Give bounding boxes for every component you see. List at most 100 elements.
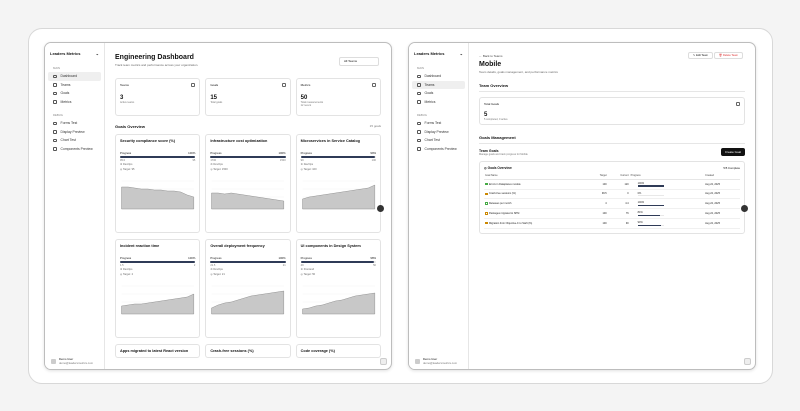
progress-label: Progress	[300, 151, 312, 155]
teams-icon	[53, 83, 57, 87]
goal-title: Code coverage (%)	[300, 349, 335, 353]
chevron-icon[interactable]: ⌄	[460, 51, 463, 56]
goals-table: Goal Name Target Current Progress Created Err…	[484, 173, 740, 229]
create-goal-button[interactable]: Create Goal	[720, 148, 745, 156]
stat-goals: Goals 15 Total goals	[205, 78, 291, 116]
sidebar-item-forms-test[interactable]: Forms Test	[48, 119, 101, 128]
goal-team: ⚙ Frontend	[300, 268, 315, 272]
target-icon	[736, 102, 740, 106]
sidebar-item-goals[interactable]: Goals	[412, 89, 465, 98]
goals-icon	[417, 91, 421, 95]
goals-overview-title: ◎ Goals Overview	[484, 166, 512, 170]
form-icon	[417, 121, 421, 125]
goal-title: Crash-free sessions (%)	[210, 349, 254, 353]
goal-card[interactable]: Overall deployment frequency Progress 100%…	[205, 239, 291, 338]
edit-team-button[interactable]: ✎ Edit Team	[688, 52, 713, 59]
progress-label: Progress	[120, 151, 132, 155]
progress-percent: 98%	[370, 256, 376, 260]
sidebar-item-forms-test[interactable]: Forms Test	[412, 119, 465, 128]
sidebar: Leaders Metrics ⌄ MAIN Dashboard Teams Go…	[409, 43, 469, 369]
teams-icon	[417, 83, 421, 87]
scroll-button[interactable]	[744, 358, 751, 365]
goal-card[interactable]: Microservices in Service Catalog Progress…	[295, 134, 381, 233]
team-overview-heading: Team Overview	[479, 83, 745, 92]
total-goals-card: Total Goals 55 completed, 0 active	[479, 97, 745, 125]
sidebar-item-metrics[interactable]: Metrics	[48, 98, 101, 107]
target-value: 50	[373, 263, 376, 267]
goal-title: Microservices in Service Catalog	[300, 139, 360, 143]
goal-status-icon	[485, 182, 488, 186]
team-name: Mobile	[479, 61, 502, 68]
user-profile[interactable]: Demo User demo@leadersmetrics.com	[51, 357, 93, 365]
current-value: 49	[300, 263, 304, 267]
user-profile[interactable]: Demo User demo@leadersmetrics.com	[415, 357, 457, 365]
dashboard-main: Engineering Dashboard Track team metrics…	[105, 43, 391, 369]
row-progress-bar	[637, 214, 664, 216]
avatar	[51, 359, 56, 364]
goal-target: ◎ Target: 95	[120, 167, 135, 171]
sidebar-item-chart-test[interactable]: Chart Test	[412, 136, 465, 145]
sidebar-item-goals[interactable]: Goals	[48, 89, 101, 98]
sidebar-item-metrics[interactable]: Metrics	[412, 98, 465, 107]
goals-overview-heading: Goals Overview	[115, 124, 146, 129]
delete-team-button[interactable]: 🗑 Delete Team	[713, 52, 743, 59]
goal-target: ◎ Target: 21	[210, 272, 225, 276]
sidebar-item-teams[interactable]: Teams	[412, 80, 465, 89]
goal-card[interactable]: Crash-free sessions (%)	[205, 344, 291, 358]
table-row[interactable]: Migration from Objective-C to Swift (%) …	[484, 218, 740, 229]
sidebar-item-components-preview[interactable]: Components Preview	[412, 145, 465, 154]
chevron-icon[interactable]: ⌄	[96, 51, 99, 56]
target-icon	[281, 83, 286, 87]
section-main: MAIN	[53, 66, 60, 70]
goal-card[interactable]: Infrastructure cost optimization Progress…	[205, 134, 291, 233]
goal-title: Incident reaction time	[120, 244, 160, 248]
chart-icon	[53, 138, 57, 142]
goal-title: UI components in Design System	[300, 244, 361, 248]
users-icon	[191, 83, 196, 87]
goal-status-icon	[485, 202, 488, 205]
scroll-button[interactable]	[380, 358, 387, 365]
stat-teams: Teams 3 Active teams	[115, 78, 201, 116]
section-main: MAIN	[417, 66, 424, 70]
goal-area-chart	[301, 285, 375, 315]
sidebar-item-chart-test[interactable]: Chart Test	[48, 136, 101, 145]
area-series	[121, 186, 195, 210]
goals-grid: Security compliance score (%) Progress 100…	[115, 134, 381, 358]
goal-status-icon	[485, 212, 488, 215]
progress-label: Progress	[210, 256, 222, 260]
table-row[interactable]: Releases per month 4 4.4 100% Aug 22, 202…	[484, 198, 740, 210]
table-row[interactable]: Crash-free sessions (%) 99.5 0 0% Aug 22,…	[484, 189, 740, 200]
goal-title: Apps migrated to latest React version	[120, 349, 189, 353]
display-icon	[417, 130, 421, 134]
team-subtitle: Team details, goals management, and perf…	[479, 70, 558, 74]
sidebar-item-dashboard[interactable]: Dashboard	[412, 72, 465, 81]
target-value: 21	[282, 263, 286, 267]
goal-team: ⚙ DevOps	[210, 163, 223, 167]
progress-bar	[300, 261, 376, 263]
sidebar-item-dashboard[interactable]: Dashboard	[48, 72, 101, 81]
sidebar-item-display-preview[interactable]: Display Preview	[48, 128, 101, 137]
progress-bar	[210, 261, 286, 263]
goal-card[interactable]: Apps migrated to latest React version	[115, 344, 201, 358]
table-row[interactable]: Errors in Dataplanes module 100 120 100% …	[484, 179, 740, 190]
sidebar-item-components-preview[interactable]: Components Preview	[48, 145, 101, 154]
components-icon	[417, 147, 421, 151]
progress-bar	[120, 156, 196, 158]
current-value: 95.0	[120, 158, 126, 162]
goal-title: Infrastructure cost optimization	[210, 139, 268, 143]
goal-card[interactable]: Security compliance score (%) Progress 100…	[115, 134, 201, 233]
area-series	[301, 292, 375, 315]
next-arrow-icon[interactable]	[741, 205, 748, 212]
target-value: 1500	[279, 158, 286, 162]
sidebar-item-display-preview[interactable]: Display Preview	[412, 128, 465, 137]
goal-target: ◎ Target: 100	[300, 167, 317, 171]
sidebar-item-teams[interactable]: Teams	[48, 81, 101, 90]
completed-badge: 5/5 Complete	[723, 166, 740, 170]
goal-card[interactable]: UI components in Design System Progress 98…	[295, 239, 381, 338]
goal-target: ◎ Target: 2	[120, 272, 134, 276]
team-filter-select[interactable]: All Teams	[339, 57, 379, 66]
goal-card[interactable]: Code coverage (%)	[295, 344, 381, 358]
table-row[interactable]: Packages migrated to SPM 100 76 84% Aug 2…	[484, 208, 740, 219]
goal-card[interactable]: Incident reaction time Progress 100% 1.5 2 …	[115, 239, 201, 338]
next-arrow-icon[interactable]	[377, 205, 384, 212]
